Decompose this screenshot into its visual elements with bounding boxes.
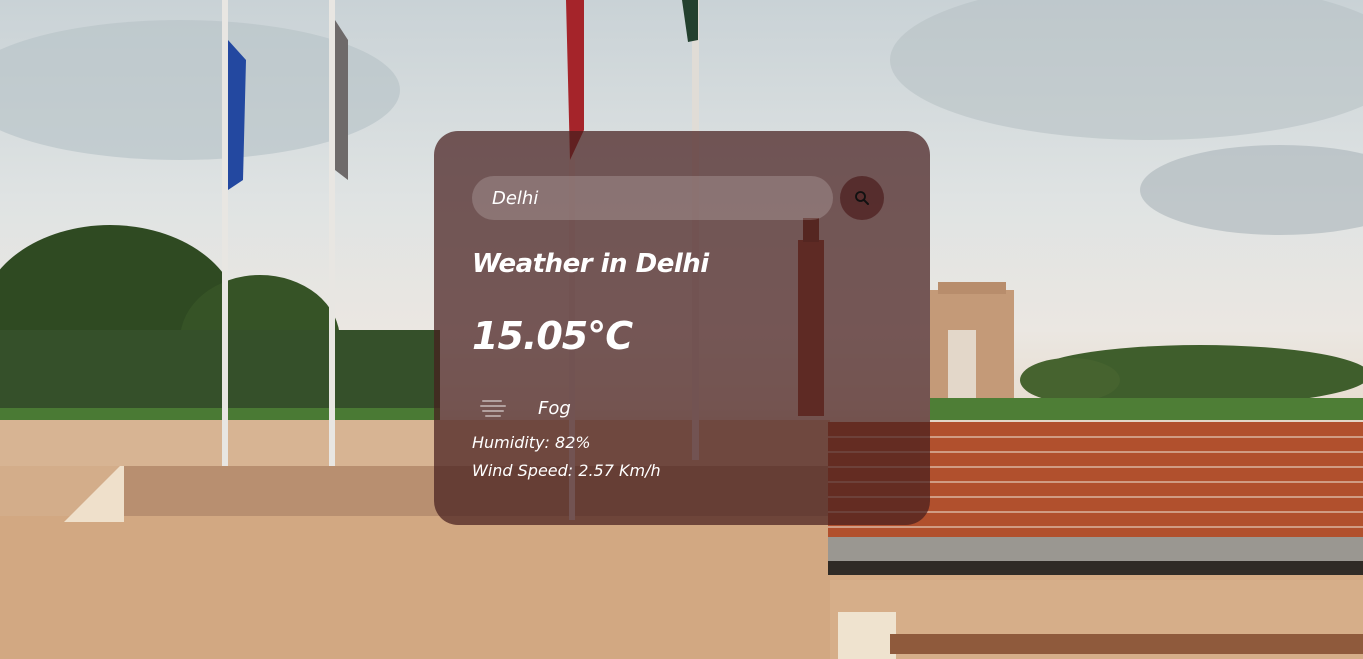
search-bar — [472, 176, 892, 220]
wind-speed: Wind Speed: 2.57 Km/h — [472, 461, 661, 480]
weather-title: Weather in Delhi — [472, 249, 709, 279]
humidity: Humidity: 82% — [472, 433, 591, 452]
temperature: 15.05°C — [472, 314, 633, 358]
search-button[interactable] — [840, 176, 884, 220]
search-icon — [855, 191, 869, 205]
condition-row: Fog — [480, 393, 571, 423]
fog-icon — [480, 400, 506, 417]
weather-card: Weather in Delhi 15.05°C Fog Humidity: 8… — [434, 131, 930, 525]
search-input[interactable] — [472, 176, 833, 220]
condition-description: Fog — [538, 397, 571, 419]
